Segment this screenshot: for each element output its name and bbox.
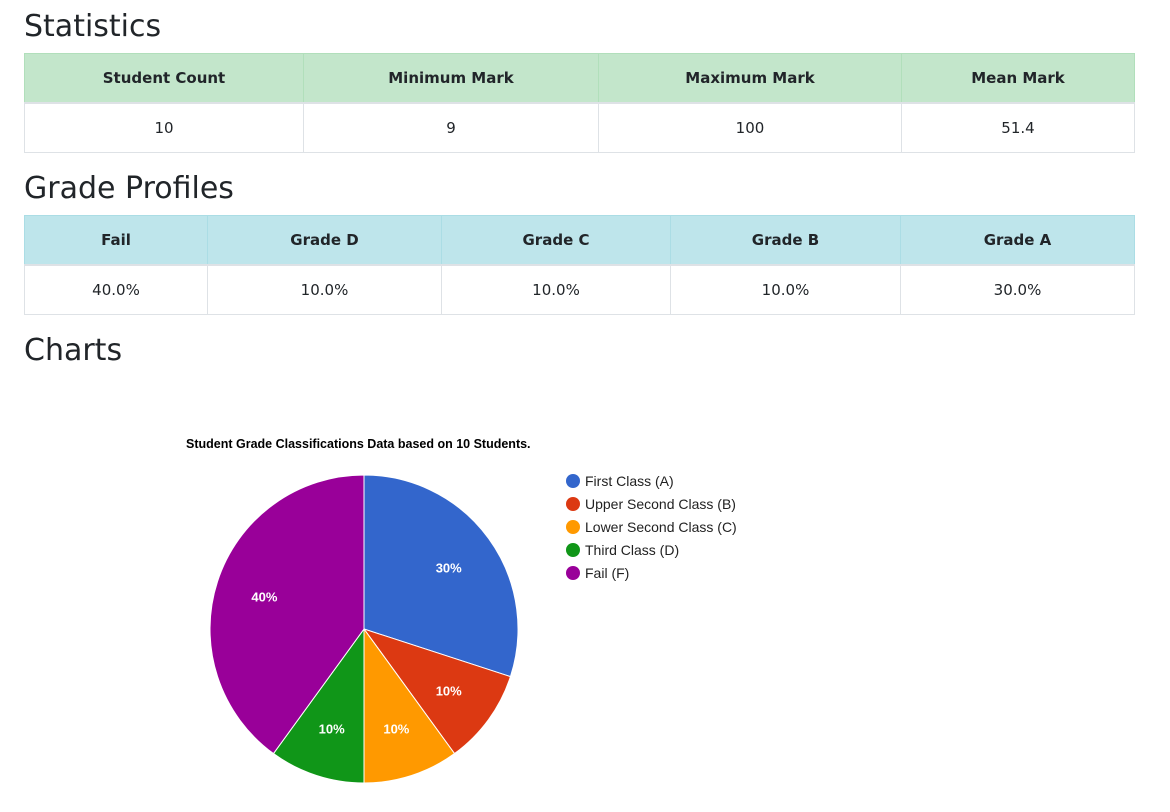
value-fail: 40.0% xyxy=(24,264,208,315)
statistics-value-row: 10 9 100 51.4 xyxy=(24,102,1135,153)
header-grade-d: Grade D xyxy=(207,215,442,266)
header-grade-a: Grade A xyxy=(900,215,1135,266)
header-grade-c: Grade C xyxy=(441,215,671,266)
header-grade-b: Grade B xyxy=(670,215,901,266)
chart-title: Student Grade Classifications Data based… xyxy=(186,437,531,451)
pie-slices xyxy=(209,474,519,784)
header-student-count: Student Count xyxy=(24,53,304,104)
statistics-title: Statistics xyxy=(24,9,162,44)
legend-label-3[interactable]: Third Class (D) xyxy=(585,542,679,558)
grade-profiles-value-row: 40.0% 10.0% 10.0% 10.0% 30.0% xyxy=(24,264,1135,315)
legend-label-1[interactable]: Upper Second Class (B) xyxy=(585,496,736,512)
legend-label-0[interactable]: First Class (A) xyxy=(585,473,674,489)
grade-profiles-table: Fail Grade D Grade C Grade B Grade A 40.… xyxy=(24,215,1135,315)
chart-legend: First Class (A) Upper Second Class (B) Low… xyxy=(566,473,737,581)
legend-swatch-1[interactable] xyxy=(566,497,580,511)
header-fail: Fail xyxy=(24,215,208,266)
header-mean-mark: Mean Mark xyxy=(901,53,1135,104)
grade-pie-chart: Student Grade Classifications Data based… xyxy=(186,437,737,784)
charts-title: Charts xyxy=(24,333,123,368)
statistics-table: Student Count Minimum Mark Maximum Mark … xyxy=(24,53,1135,153)
pie-slice-label-2: 10% xyxy=(383,722,409,737)
legend-swatch-3[interactable] xyxy=(566,543,580,557)
pie-slice-label-0: 30% xyxy=(436,560,462,575)
header-minimum-mark: Minimum Mark xyxy=(303,53,599,104)
value-minimum-mark: 9 xyxy=(303,102,599,153)
pie-slice-label-3: 10% xyxy=(319,722,345,737)
legend-swatch-0[interactable] xyxy=(566,474,580,488)
grade-profiles-title: Grade Profiles xyxy=(24,171,234,206)
value-student-count: 10 xyxy=(24,102,304,153)
legend-swatch-4[interactable] xyxy=(566,566,580,580)
pie-slice-label-4: 40% xyxy=(251,590,277,605)
value-grade-d: 10.0% xyxy=(207,264,442,315)
value-mean-mark: 51.4 xyxy=(901,102,1135,153)
pie-slice-label-1: 10% xyxy=(436,684,462,699)
value-grade-a: 30.0% xyxy=(900,264,1135,315)
statistics-header-row: Student Count Minimum Mark Maximum Mark … xyxy=(24,53,1135,104)
header-maximum-mark: Maximum Mark xyxy=(598,53,902,104)
value-grade-b: 10.0% xyxy=(670,264,901,315)
legend-swatch-2[interactable] xyxy=(566,520,580,534)
grade-profiles-header-row: Fail Grade D Grade C Grade B Grade A xyxy=(24,215,1135,266)
value-maximum-mark: 100 xyxy=(598,102,902,153)
value-grade-c: 10.0% xyxy=(441,264,671,315)
legend-label-4[interactable]: Fail (F) xyxy=(585,565,629,581)
legend-label-2[interactable]: Lower Second Class (C) xyxy=(585,519,737,535)
